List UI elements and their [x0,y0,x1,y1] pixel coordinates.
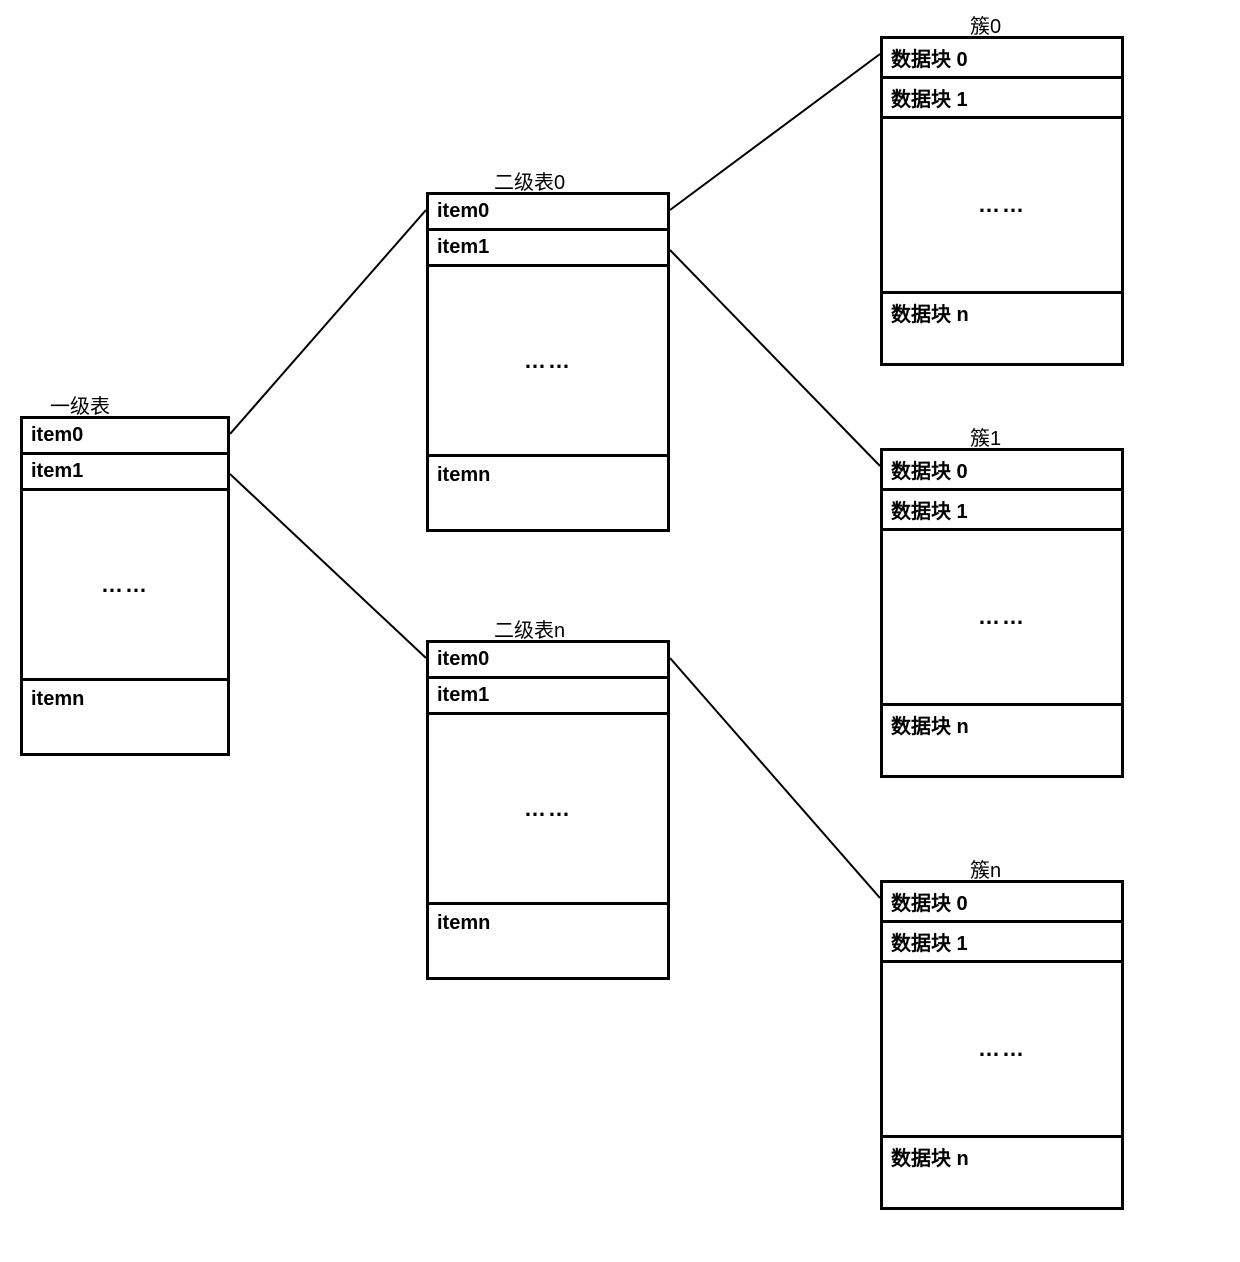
l1-item0: item0 [23,419,227,455]
l2a-ellipsis: …… [429,267,667,457]
level2-n-table: item0 item1 …… itemn [426,640,670,980]
c1-ellipsis: …… [883,531,1121,706]
cn-blockn: 数据块 n [883,1138,1121,1175]
l2b-ellipsis: …… [429,715,667,905]
cluster-n-table: 数据块 0 数据块 1 …… 数据块 n [880,880,1124,1210]
c1-blockn: 数据块 n [883,706,1121,743]
cluster-n-title: 簇n [970,854,1001,883]
l2b-item1: item1 [429,679,667,715]
cn-ellipsis: …… [883,963,1121,1138]
line-l2b-to-cn [670,658,880,898]
cn-block1: 数据块 1 [883,923,1121,963]
cn-block0: 数据块 0 [883,883,1121,923]
cluster-1-title: 簇1 [970,422,1001,451]
line-l1-to-l2a [230,210,426,434]
cluster-1-table: 数据块 0 数据块 1 …… 数据块 n [880,448,1124,778]
level2-0-title: 二级表0 [494,166,565,195]
l2b-itemn: itemn [429,905,667,941]
l1-ellipsis: …… [23,491,227,681]
l2b-item0: item0 [429,643,667,679]
level1-table: item0 item1 …… itemn [20,416,230,756]
line-l2a-to-c0 [670,54,880,210]
line-l1-to-l2b [230,474,426,658]
l2a-item1: item1 [429,231,667,267]
line-l2a-to-c1 [670,250,880,466]
cluster-0-title: 簇0 [970,10,1001,39]
c0-block1: 数据块 1 [883,79,1121,119]
l2a-item0: item0 [429,195,667,231]
c0-block0: 数据块 0 [883,39,1121,79]
c1-block1: 数据块 1 [883,491,1121,531]
l2a-itemn: itemn [429,457,667,493]
c0-blockn: 数据块 n [883,294,1121,331]
level1-title: 一级表 [50,390,110,419]
cluster-0-table: 数据块 0 数据块 1 …… 数据块 n [880,36,1124,366]
c1-block0: 数据块 0 [883,451,1121,491]
l1-itemn: itemn [23,681,227,717]
l1-item1: item1 [23,455,227,491]
level2-0-table: item0 item1 …… itemn [426,192,670,532]
c0-ellipsis: …… [883,119,1121,294]
level2-n-title: 二级表n [494,614,565,643]
